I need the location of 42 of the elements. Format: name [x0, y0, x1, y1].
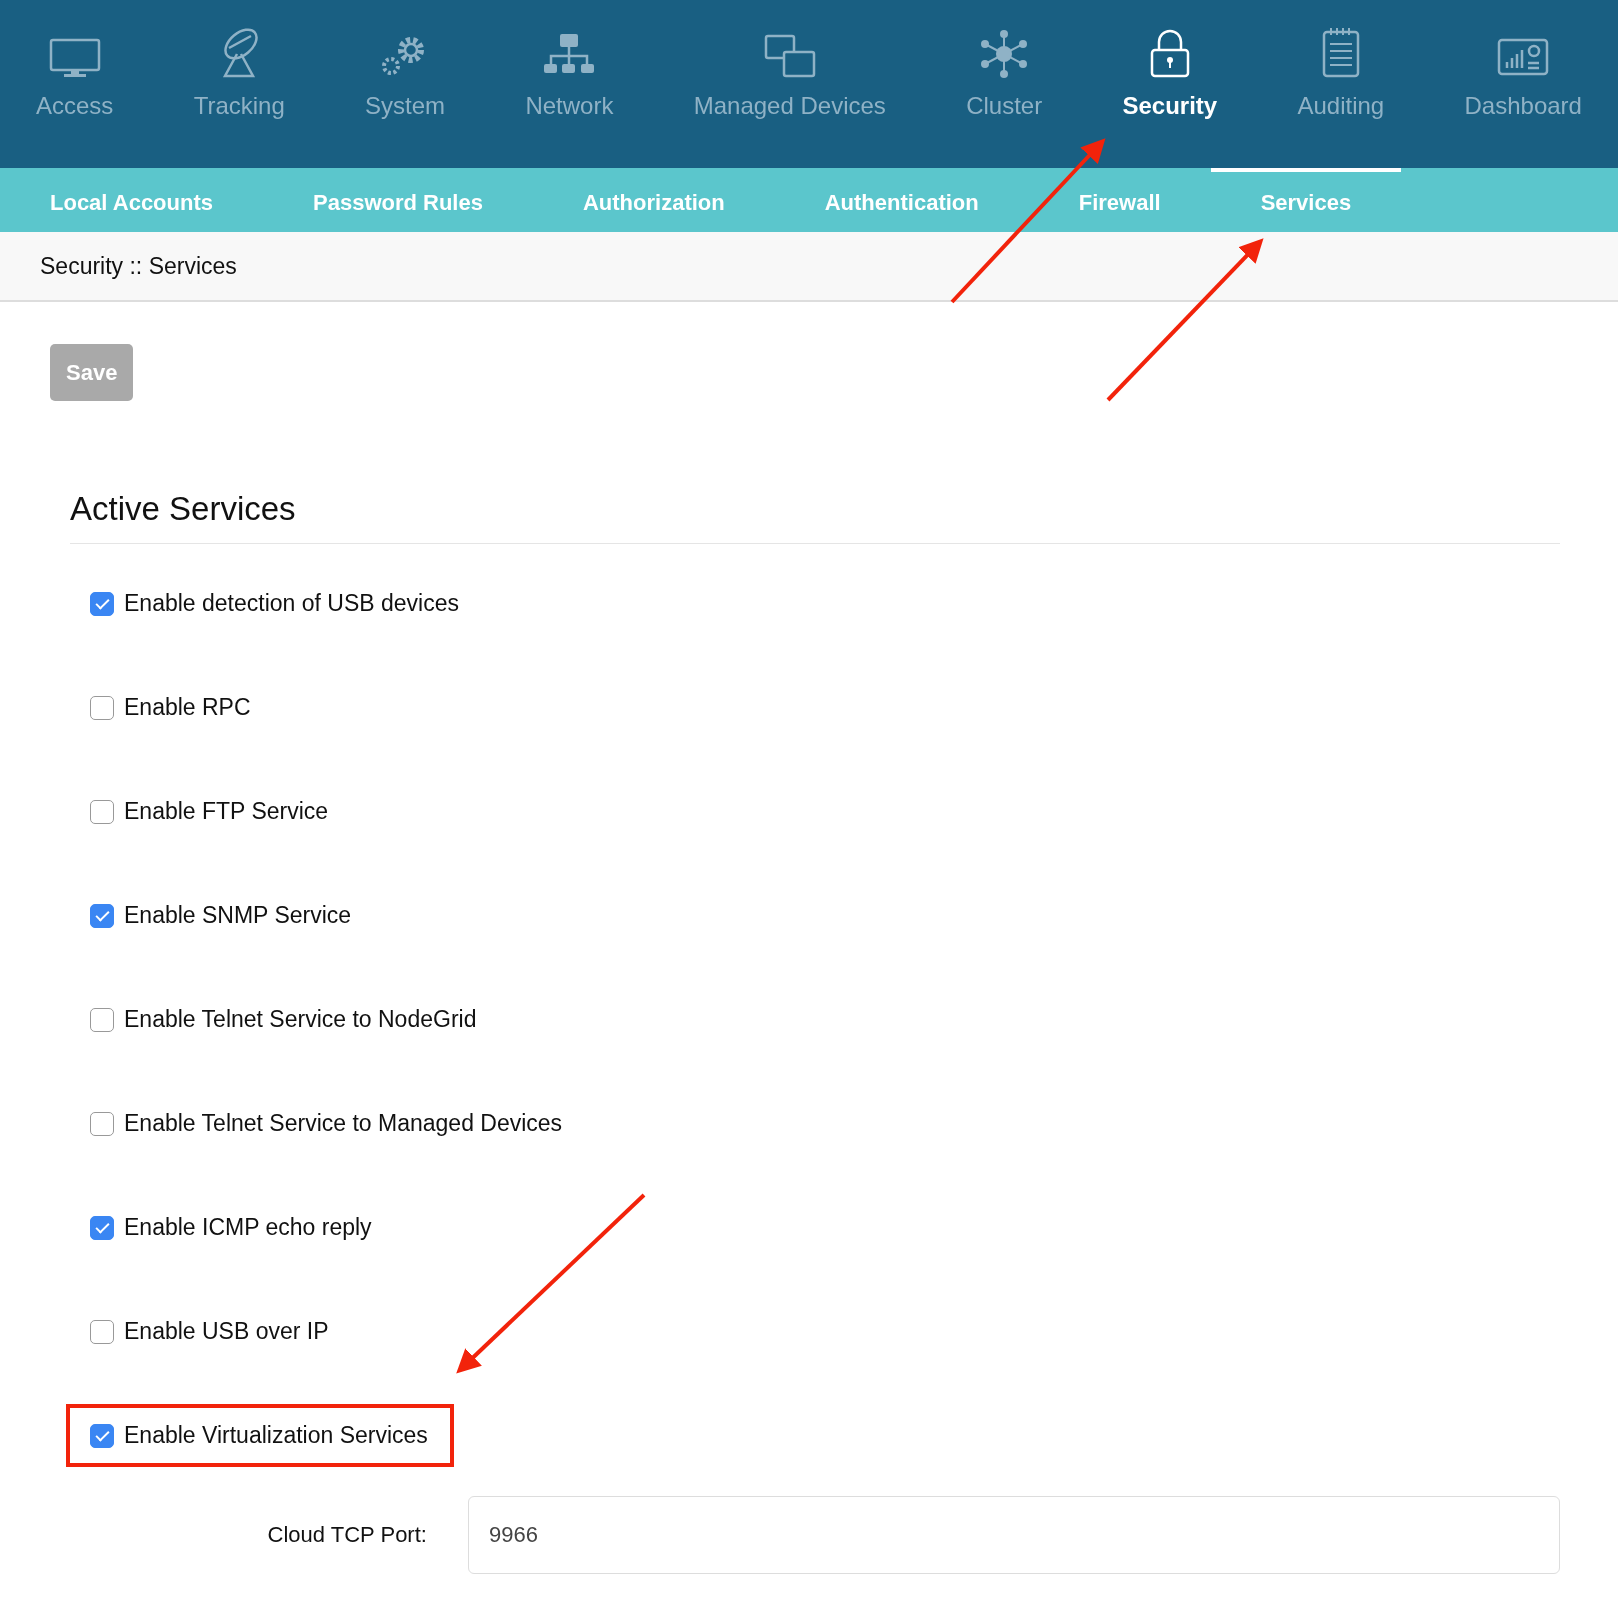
- sub-tab[interactable]: Authentication: [774, 168, 1029, 232]
- nav-tab[interactable]: Tracking: [187, 0, 291, 168]
- checkbox-label: Enable ICMP echo reply: [124, 1213, 372, 1243]
- checkbox-label: Enable detection of USB devices: [124, 589, 459, 619]
- monitor-icon: [48, 38, 101, 78]
- checkbox-label: Enable RPC: [124, 693, 251, 723]
- nav-tab[interactable]: Managed Devices: [687, 0, 892, 168]
- checkbox-label: Enable Telnet Service to Managed Devices: [124, 1109, 563, 1139]
- checkbox[interactable]: [90, 1111, 114, 1136]
- checkbox[interactable]: [90, 1423, 114, 1448]
- nav-tab[interactable]: Security: [1116, 0, 1224, 168]
- sub-tab[interactable]: Local Accounts: [0, 168, 263, 232]
- nav-tab[interactable]: Access: [30, 0, 120, 168]
- nav-tab[interactable]: Auditing: [1291, 0, 1391, 168]
- sub-tab[interactable]: Authorization: [532, 168, 775, 232]
- breadcrumb: Security :: Services: [40, 251, 237, 281]
- checkbox-label: Enable FTP Service: [124, 797, 329, 827]
- nav-tab[interactable]: Cluster: [960, 0, 1049, 168]
- notepad-icon: [1321, 26, 1360, 78]
- checkbox[interactable]: [90, 591, 114, 616]
- nav-tab[interactable]: System: [359, 0, 452, 168]
- checkbox[interactable]: [90, 903, 114, 928]
- padlock-icon: [1149, 28, 1190, 78]
- port-input-field[interactable]: 9966: [467, 1495, 1560, 1574]
- nav-tab[interactable]: Network: [519, 0, 620, 168]
- checkbox[interactable]: [90, 799, 114, 824]
- sub-tab[interactable]: Firewall: [1028, 168, 1211, 232]
- checkbox[interactable]: [90, 1319, 114, 1344]
- nav-tab[interactable]: Dashboard: [1458, 0, 1588, 168]
- sub-tab[interactable]: Password Rules: [263, 168, 533, 232]
- checkbox-label: Enable Virtualization Services: [124, 1421, 428, 1451]
- windows-icon: [763, 34, 816, 78]
- checkbox-label: Enable Telnet Service to NodeGrid: [124, 1005, 477, 1035]
- dashboard-icon: [1497, 38, 1550, 78]
- field-label: Cloud TCP Port:: [266, 1521, 427, 1550]
- section-title: Active Services: [70, 489, 1560, 544]
- checkbox-label: Enable USB over IP: [124, 1317, 329, 1347]
- checkbox[interactable]: [90, 1007, 114, 1032]
- checkbox[interactable]: [90, 1215, 114, 1240]
- checkbox[interactable]: [90, 695, 114, 720]
- checkbox-label: Enable SNMP Service: [124, 901, 352, 931]
- cluster-icon: [979, 30, 1030, 78]
